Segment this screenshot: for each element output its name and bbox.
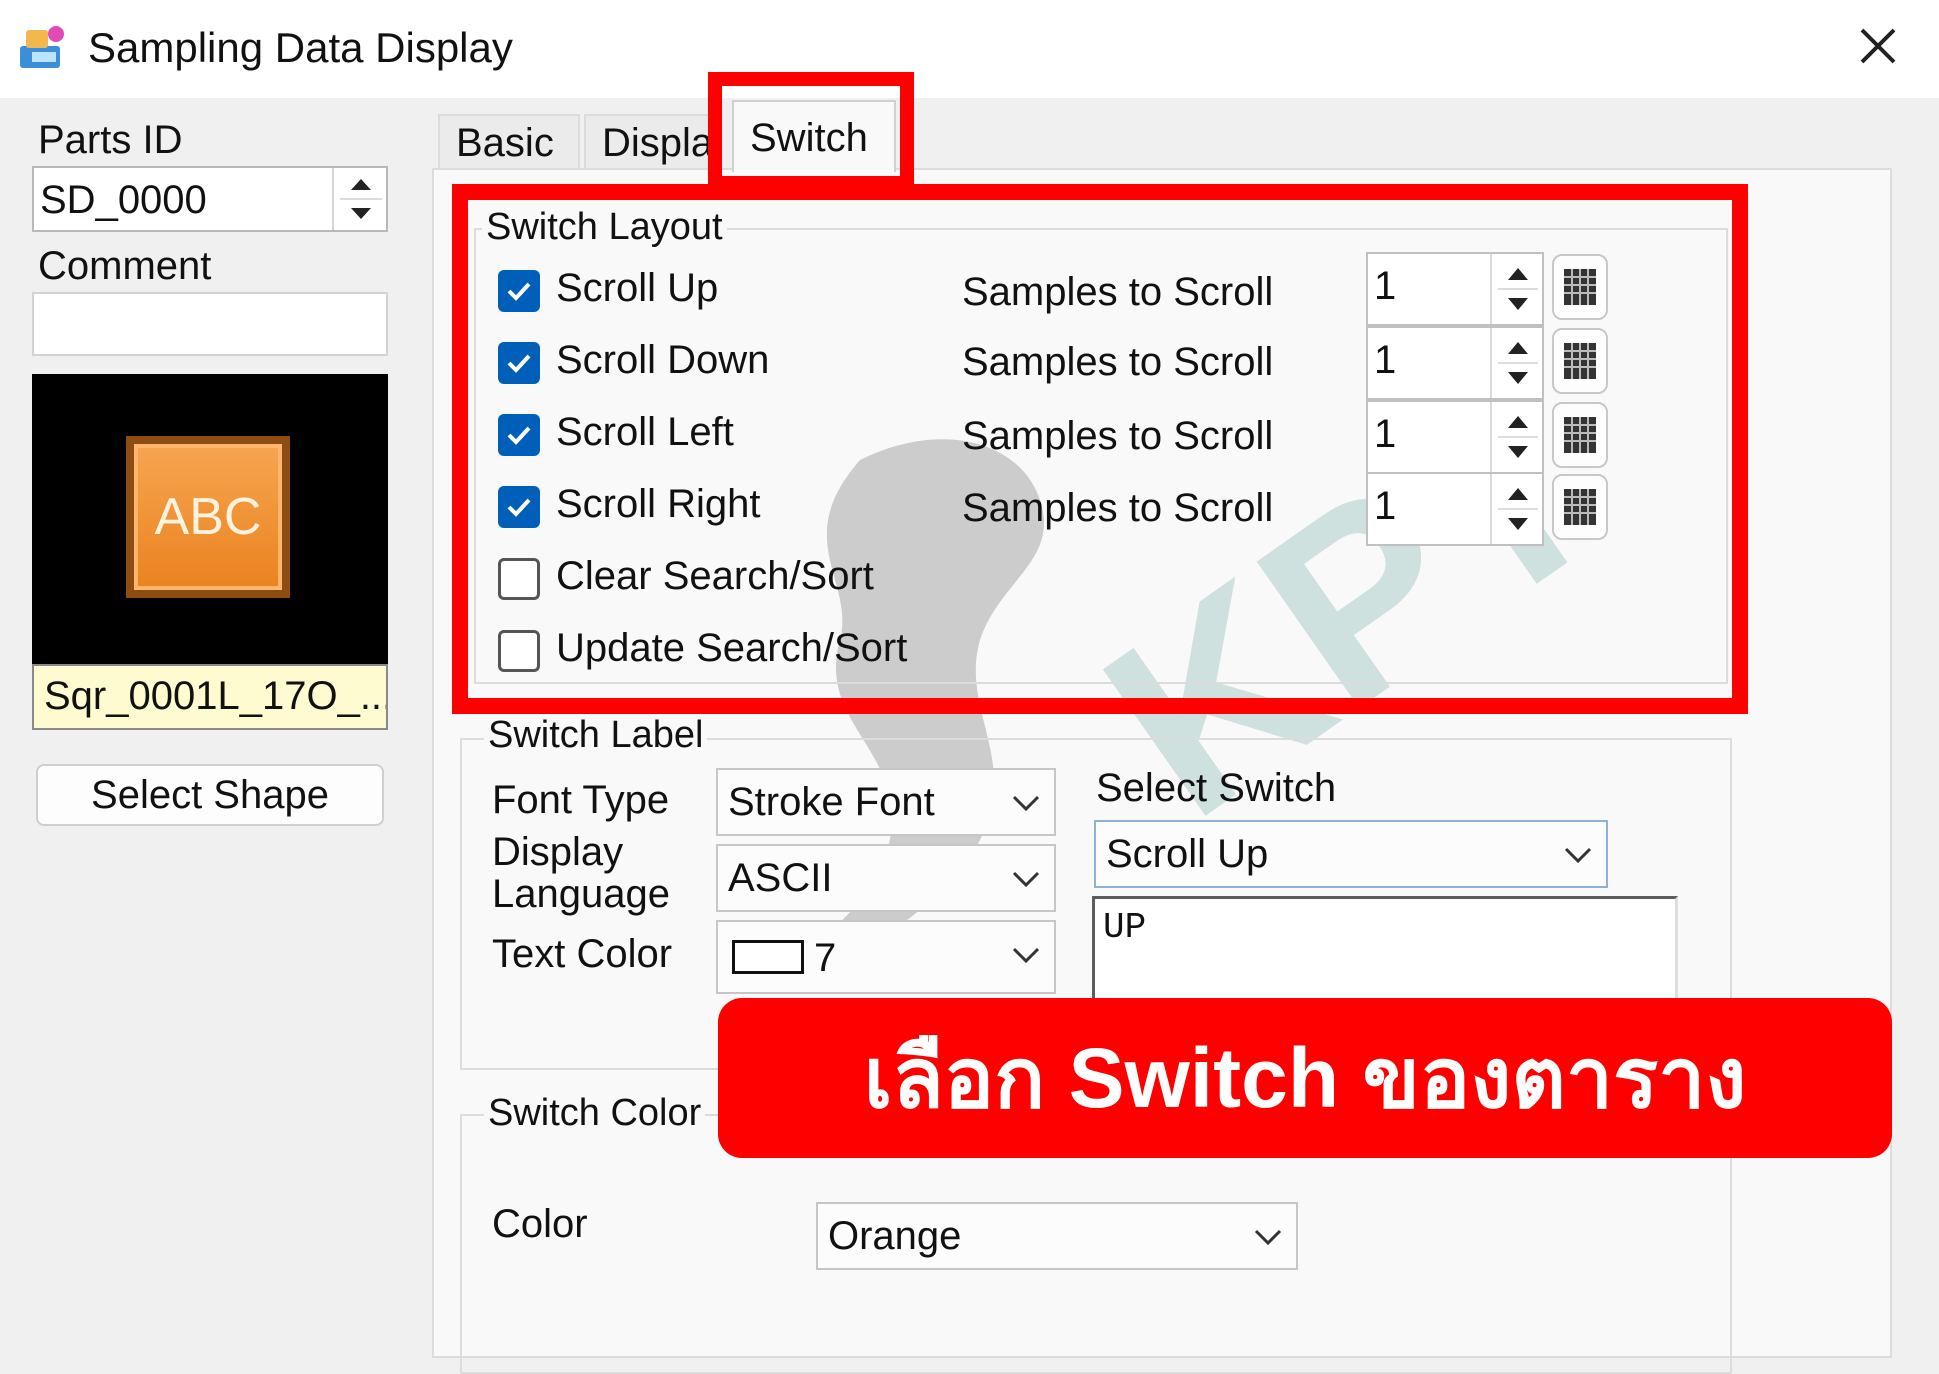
close-icon (1860, 28, 1896, 64)
switch-tab-highlight-box (708, 72, 914, 190)
select-switch-select[interactable]: Scroll Up (1094, 820, 1608, 888)
text-color-select[interactable]: 7 (716, 920, 1056, 994)
text-color-swatch (732, 940, 804, 974)
spinner-arrows-icon (340, 179, 382, 219)
display-language-label-line2: Language (492, 872, 670, 916)
chevron-down-icon (1012, 871, 1040, 888)
parts-id-spinner[interactable] (332, 168, 386, 230)
window-title: Sampling Data Display (88, 24, 513, 71)
select-shape-button[interactable]: Select Shape (36, 764, 384, 826)
comment-input[interactable] (32, 292, 388, 356)
chevron-down-icon (1012, 795, 1040, 812)
display-language-select[interactable]: ASCII (716, 844, 1056, 912)
text-color-value: 7 (814, 936, 837, 980)
chevron-down-icon (1254, 1229, 1282, 1246)
app-icon (20, 26, 64, 68)
display-language-label-line1: Display (492, 830, 624, 874)
color-label: Color (492, 1202, 588, 1246)
switch-color-select[interactable]: Orange (816, 1202, 1298, 1270)
chevron-down-icon (1012, 947, 1040, 964)
preview-switch: ABC (126, 436, 290, 598)
switch-label-text-input[interactable]: UP (1092, 896, 1678, 1006)
parts-id-input[interactable]: SD_0000 (32, 166, 388, 232)
comment-label: Comment (38, 244, 212, 288)
title-bar: Sampling Data Display (0, 0, 1939, 98)
shape-name-label: Sqr_0001L_17O_... (32, 664, 388, 730)
annotation-banner: เลือก Switch ของตาราง (718, 998, 1892, 1158)
tab-basic[interactable]: Basic (438, 114, 580, 168)
select-switch-label: Select Switch (1096, 766, 1337, 810)
parts-id-label: Parts ID (38, 118, 183, 162)
parts-id-value: SD_0000 (40, 178, 207, 222)
switch-color-title: Switch Color (484, 1090, 706, 1136)
switch-color-value: Orange (828, 1214, 962, 1258)
tab-display[interactable]: Display (584, 114, 722, 168)
chevron-down-icon (1564, 847, 1592, 864)
font-type-label: Font Type (492, 778, 670, 822)
text-color-label: Text Color (492, 932, 673, 976)
font-type-value: Stroke Font (728, 780, 935, 824)
display-language-value: ASCII (728, 856, 833, 900)
close-button[interactable] (1840, 14, 1916, 78)
select-switch-value: Scroll Up (1106, 832, 1269, 876)
switch-label-title: Switch Label (484, 712, 708, 758)
font-type-select[interactable]: Stroke Font (716, 768, 1056, 836)
preview-switch-text: ABC (154, 488, 262, 546)
shape-preview: ABC Sqr_0001L_17O_... (32, 374, 388, 730)
switch-layout-highlight-box (452, 184, 1748, 714)
